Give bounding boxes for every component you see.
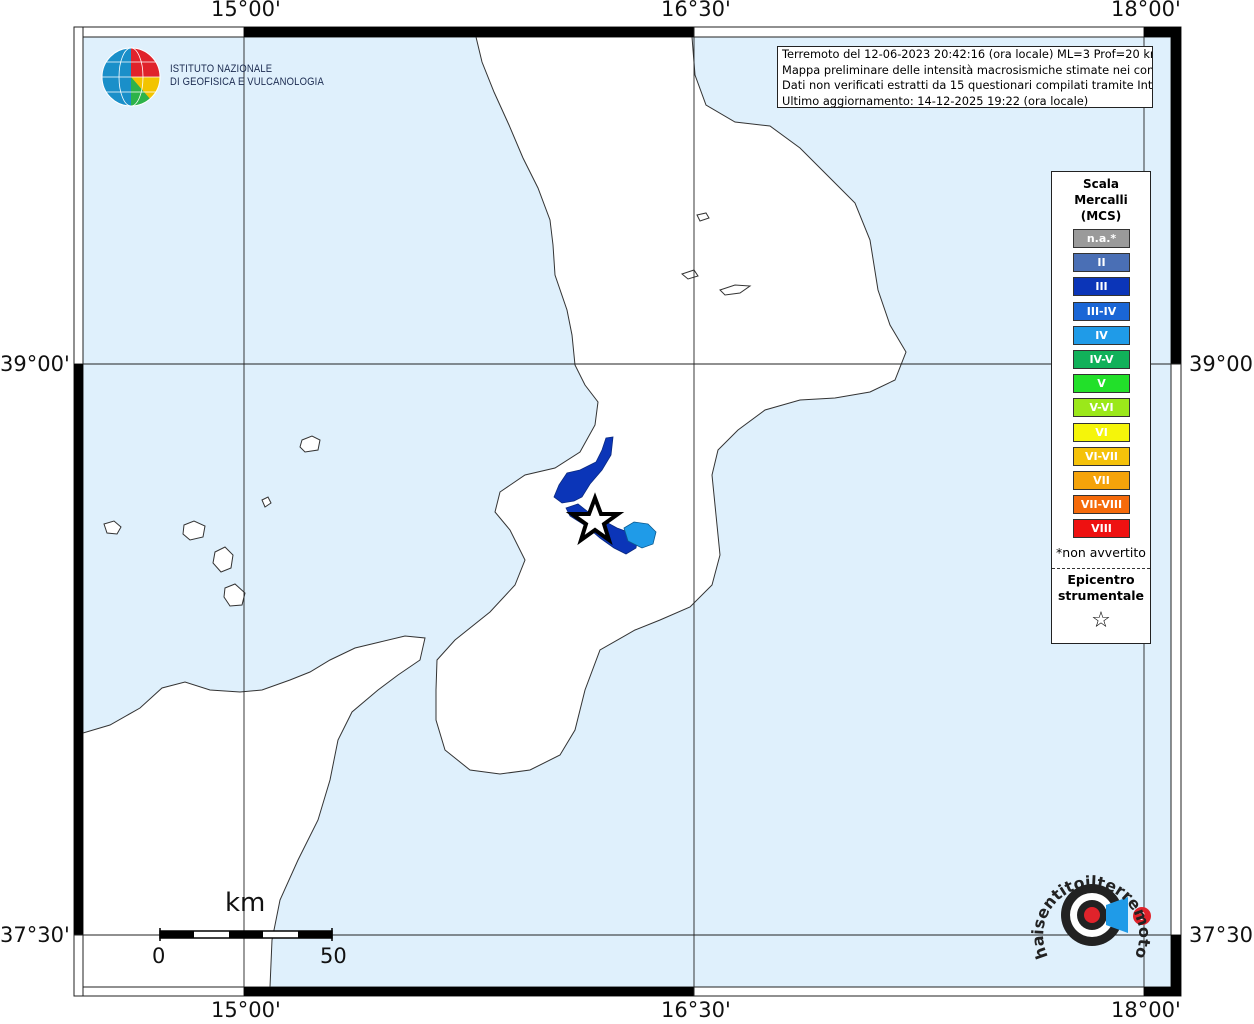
lon-label-bottom-1: 15°00' <box>211 998 281 1022</box>
scale-unit: km <box>225 888 266 918</box>
legend-epicenter-line1: Epicentro <box>1067 572 1135 587</box>
info-line-4: Ultimo aggiornamento: 14-12-2025 19:22 (… <box>782 93 1089 108</box>
legend-swatch-iii: III <box>1073 277 1130 297</box>
legend-epicenter-line2: strumentale <box>1057 588 1145 603</box>
info-line-3: Dati non verificati estratti da 15 quest… <box>782 78 1153 93</box>
lon-label-top-1: 15°00' <box>211 0 281 21</box>
ingv-logo-line1: ISTITUTO NAZIONALE <box>170 63 273 75</box>
legend-swatch-na: n.a.* <box>1073 229 1130 248</box>
legend-star-icon: ☆ <box>1091 608 1111 633</box>
legend-swatch-iv-v: IV-V <box>1073 350 1130 369</box>
ingv-globe-icon <box>101 47 161 107</box>
legend-swatch-vii: VII <box>1073 471 1130 490</box>
mcs-legend: Scala Mercalli (MCS) n.a.* II III III-IV IV I… <box>1051 171 1151 644</box>
info-line-2: Mappa preliminare delle intensità macros… <box>782 62 1153 77</box>
legend-divider <box>1052 568 1150 569</box>
lat-label-right-1: 39°00' <box>1189 352 1254 376</box>
ingv-logo-text: ISTITUTO NAZIONALE DI GEOFISICA E VULCAN… <box>170 63 324 89</box>
legend-title: Scala Mercalli (MCS) <box>1052 176 1150 224</box>
legend-swatch-vii-viii: VII-VIII <box>1073 495 1130 515</box>
legend-epicenter-label: Epicentro strumentale <box>1052 572 1150 604</box>
earthquake-info-box: Terremoto del 12-06-2023 20:42:16 (ora l… <box>777 46 1153 108</box>
legend-title-line2: Mercalli <box>1074 193 1128 207</box>
lon-label-top-3: 18°00' <box>1111 0 1181 21</box>
legend-swatch-v: V <box>1073 374 1130 394</box>
legend-swatch-iv: IV <box>1073 325 1130 345</box>
legend-swatch-v-vi: V-VI <box>1073 398 1130 418</box>
legend-note: *non avvertito <box>1056 545 1146 560</box>
ingv-logo-line2: DI GEOFISICA E VULCANOLOGIA <box>170 76 324 88</box>
lon-label-bottom-3: 18°00' <box>1111 998 1181 1022</box>
legend-swatch-iii-iv: III-IV <box>1073 301 1130 321</box>
legend-title-line3: (MCS) <box>1080 209 1122 223</box>
scale-end: 50 <box>320 944 347 968</box>
lat-label-left-1: 39°00' <box>0 352 70 376</box>
legend-swatch-viii: VIII <box>1073 519 1130 539</box>
lon-label-bottom-2: 16°30' <box>661 998 731 1022</box>
legend-swatch-vi-vii: VI-VII <box>1073 446 1130 466</box>
legend-title-line1: Scala <box>1082 177 1120 191</box>
legend-swatch-vi: VI <box>1073 422 1130 442</box>
lat-label-left-2: 37°30' <box>0 923 70 947</box>
lon-label-top-2: 16°30' <box>661 0 731 21</box>
info-line-1: Terremoto del 12-06-2023 20:42:16 (ora l… <box>782 47 1153 61</box>
scale-start: 0 <box>152 944 166 968</box>
lat-label-right-2: 37°30' <box>1189 923 1254 947</box>
legend-swatch-ii: II <box>1073 253 1130 273</box>
